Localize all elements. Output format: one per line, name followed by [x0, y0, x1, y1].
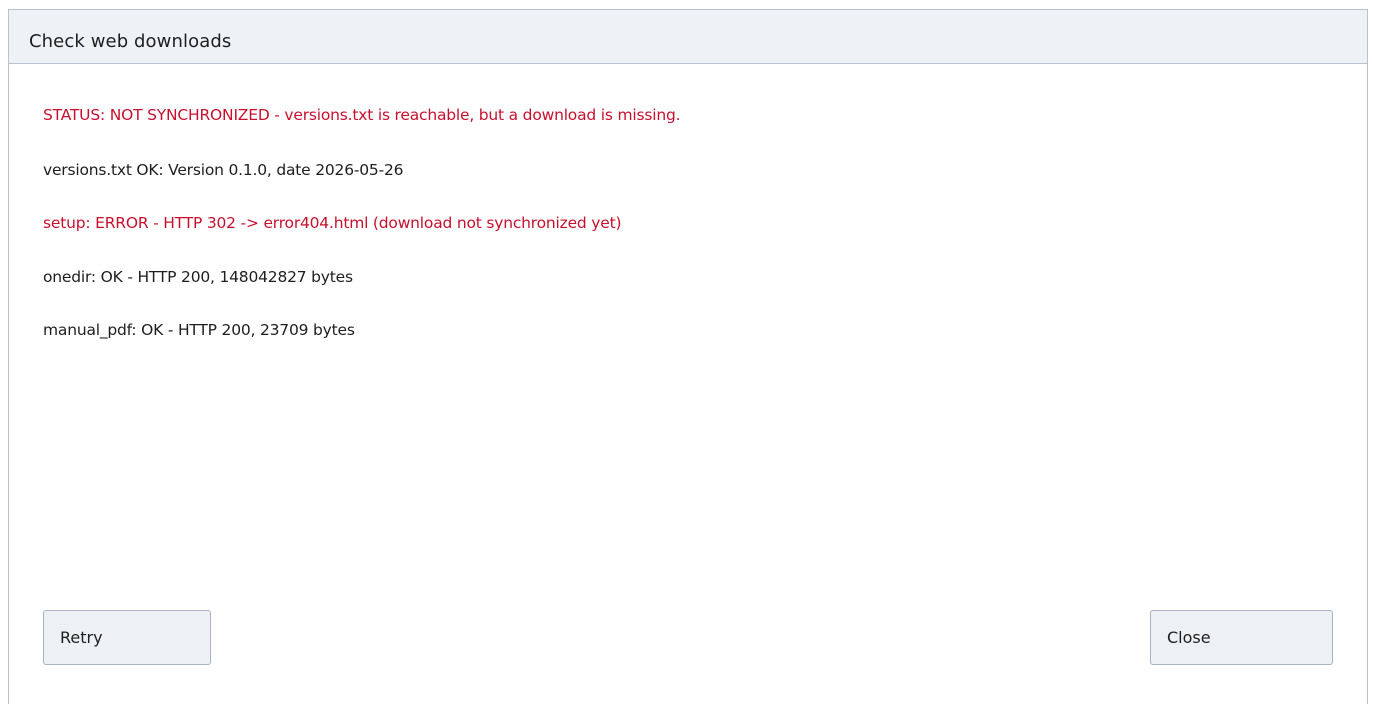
dialog-titlebar: Check web downloads	[9, 10, 1367, 64]
retry-button[interactable]: Retry	[43, 610, 211, 665]
close-button[interactable]: Close	[1150, 610, 1333, 665]
onedir-download-status: onedir: OK - HTTP 200, 148042827 bytes	[43, 268, 353, 286]
manual-pdf-download-status: manual_pdf: OK - HTTP 200, 23709 bytes	[43, 321, 355, 339]
sync-status-message: STATUS: NOT SYNCHRONIZED - versions.txt …	[43, 106, 681, 124]
dialog-title: Check web downloads	[29, 31, 232, 52]
check-downloads-dialog: Check web downloads STATUS: NOT SYNCHRON…	[8, 9, 1368, 704]
setup-download-status: setup: ERROR - HTTP 302 -> error404.html…	[43, 214, 622, 232]
versions-txt-status: versions.txt OK: Version 0.1.0, date 202…	[43, 161, 404, 179]
